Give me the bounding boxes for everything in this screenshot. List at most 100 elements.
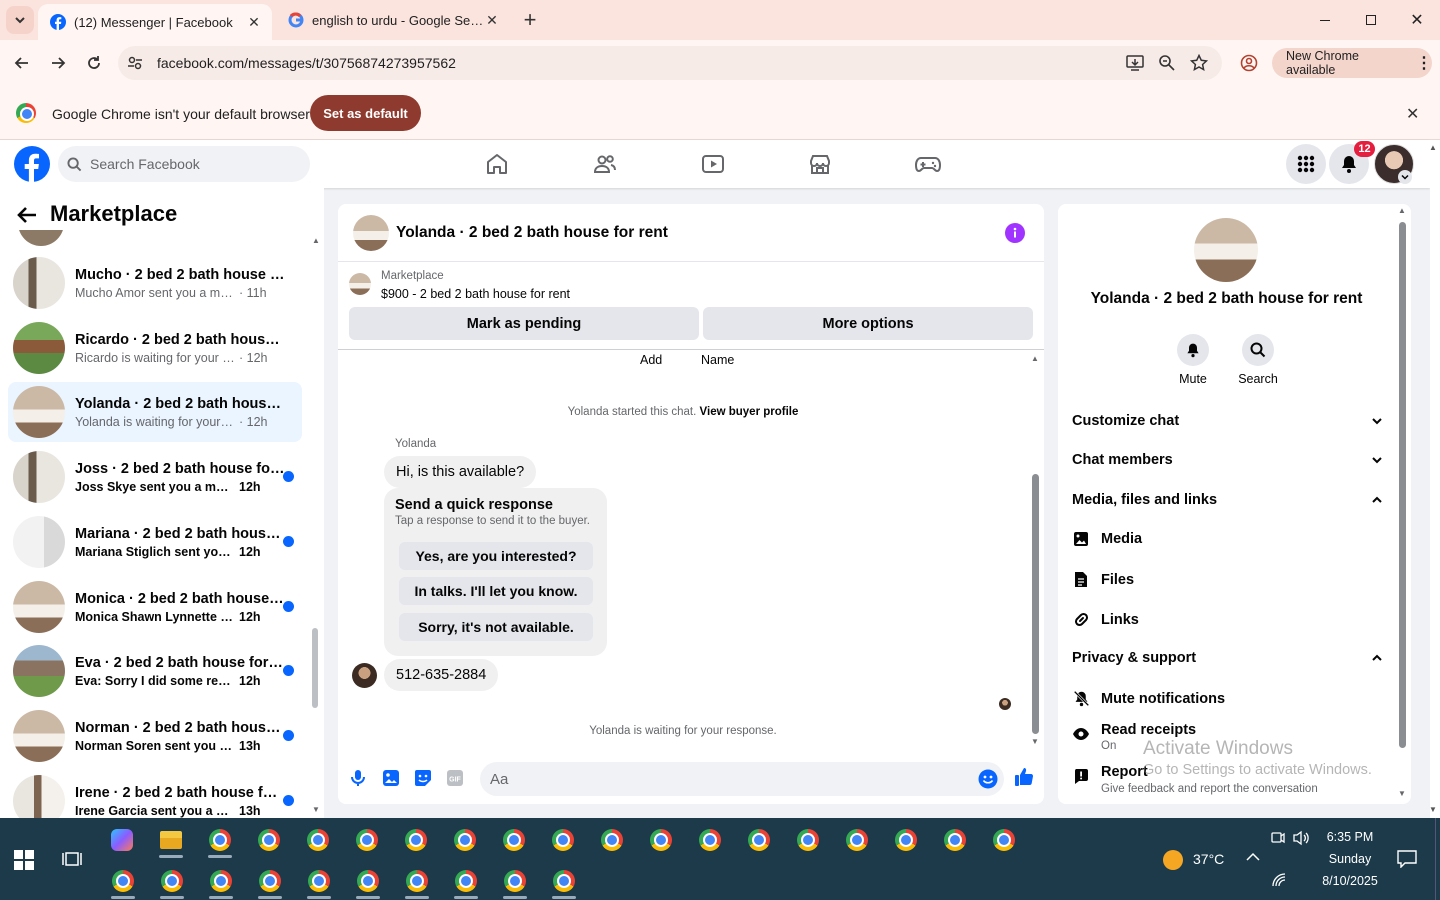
photo-icon[interactable] bbox=[382, 769, 400, 787]
install-app-icon[interactable] bbox=[1126, 54, 1144, 72]
info-icon[interactable] bbox=[1005, 223, 1025, 243]
sidebar-scrollbar[interactable] bbox=[312, 628, 318, 708]
taskbar-chrome-app[interactable] bbox=[445, 820, 485, 860]
taskbar-chrome-app[interactable] bbox=[103, 861, 143, 900]
conversation-item[interactable]: Ricardo · 2 bed 2 bath house for rent Ric… bbox=[8, 318, 302, 378]
taskbar-chrome-app[interactable] bbox=[984, 820, 1024, 860]
network-icon[interactable] bbox=[1271, 872, 1287, 888]
taskbar-chrome-app[interactable] bbox=[788, 820, 828, 860]
start-button[interactable] bbox=[14, 850, 34, 870]
back-arrow-icon[interactable] bbox=[16, 204, 38, 226]
conversation-item[interactable]: Monica · 2 bed 2 bath house for rent Moni… bbox=[8, 577, 302, 637]
listing-thumbnail[interactable] bbox=[349, 273, 371, 295]
meet-now-icon[interactable] bbox=[1270, 830, 1286, 846]
new-chrome-available-button[interactable]: New Chrome available ⋮ bbox=[1272, 48, 1432, 78]
taskbar-chrome-app[interactable] bbox=[299, 861, 339, 900]
menu-button[interactable] bbox=[1286, 144, 1326, 184]
mute-notifications-item[interactable]: Mute notifications bbox=[1072, 690, 1225, 707]
close-window-button[interactable]: ✕ bbox=[1394, 0, 1440, 40]
listing-price[interactable]: $900 - 2 bed 2 bath house for rent bbox=[381, 287, 570, 301]
weather-icon[interactable] bbox=[1163, 850, 1183, 870]
taskbar-chrome-app[interactable] bbox=[935, 820, 975, 860]
maximize-button[interactable] bbox=[1348, 0, 1394, 40]
clock-time[interactable]: 6:35 PM bbox=[1310, 830, 1390, 844]
customize-chat-section[interactable]: Customize chat bbox=[1072, 413, 1382, 429]
show-desktop-strip[interactable] bbox=[1435, 818, 1440, 900]
conversation-item[interactable]: Mucho · 2 bed 2 bath house for rent Mucho… bbox=[8, 253, 302, 313]
clock-date[interactable]: 8/10/2025 bbox=[1310, 874, 1390, 888]
taskbar-chrome-app[interactable] bbox=[397, 861, 437, 900]
tab-close-icon[interactable]: ✕ bbox=[246, 14, 262, 30]
microphone-icon[interactable] bbox=[350, 769, 366, 787]
taskbar-chrome-app[interactable] bbox=[494, 820, 534, 860]
conversation-item[interactable]: Norman · 2 bed 2 bath house for rent Norm… bbox=[8, 706, 302, 766]
chat-members-section[interactable]: Chat members bbox=[1072, 452, 1382, 468]
tab-google-search[interactable]: english to urdu - Google Search ✕ bbox=[276, 0, 510, 40]
media-files-links-section[interactable]: Media, files and links bbox=[1072, 492, 1382, 508]
notification-center-icon[interactable] bbox=[1397, 850, 1417, 868]
files-item[interactable]: Files bbox=[1072, 571, 1134, 588]
page-scroll-up-icon[interactable]: ▲ bbox=[1429, 143, 1437, 152]
taskbar-chrome-app[interactable] bbox=[495, 861, 535, 900]
task-view-button[interactable] bbox=[62, 850, 82, 868]
mute-button[interactable]: Mute bbox=[1170, 334, 1216, 386]
sender-avatar[interactable] bbox=[352, 663, 377, 688]
close-infobar-icon[interactable]: ✕ bbox=[1406, 104, 1419, 124]
tray-chevron-icon[interactable] bbox=[1246, 852, 1260, 862]
taskbar-chrome-app[interactable] bbox=[347, 820, 387, 860]
nav-friends[interactable] bbox=[575, 148, 635, 180]
conversation-item[interactable]: Yolanda · 2 bed 2 bath house for rent Yol… bbox=[8, 382, 302, 442]
url-text[interactable]: facebook.com/messages/t/3075687427395756… bbox=[157, 55, 456, 71]
chat-avatar[interactable] bbox=[353, 215, 389, 251]
details-scroll-up-icon[interactable]: ▲ bbox=[1398, 206, 1406, 215]
tab-search-button[interactable] bbox=[6, 6, 34, 34]
tab-close-icon[interactable]: ✕ bbox=[484, 12, 500, 28]
conversation-item[interactable]: Mariana · 2 bed 2 bath house for rent Mar… bbox=[8, 512, 302, 572]
links-item[interactable]: Links bbox=[1072, 611, 1139, 628]
chat-scrollbar[interactable] bbox=[1032, 474, 1039, 734]
taskbar-chrome-app[interactable] bbox=[348, 861, 388, 900]
page-scroll-down-icon[interactable]: ▼ bbox=[1429, 805, 1437, 814]
minimize-button[interactable] bbox=[1302, 0, 1348, 40]
taskbar-chrome-app[interactable] bbox=[200, 820, 240, 860]
set-as-default-button[interactable]: Set as default bbox=[310, 95, 421, 131]
back-button[interactable] bbox=[8, 49, 36, 77]
sidebar-scroll-up-icon[interactable]: ▲ bbox=[312, 236, 320, 245]
taskbar-chrome-app[interactable] bbox=[543, 820, 583, 860]
details-scrollbar[interactable] bbox=[1399, 222, 1406, 748]
taskbar-file-explorer-app[interactable] bbox=[151, 820, 191, 860]
media-item[interactable]: Media bbox=[1072, 531, 1142, 547]
conversation-item[interactable]: Eva · 2 bed 2 bath house for rent Eva: So… bbox=[8, 641, 302, 701]
details-avatar[interactable] bbox=[1194, 218, 1258, 282]
taskbar-chrome-app[interactable] bbox=[641, 820, 681, 860]
quick-response-yes[interactable]: Yes, are you interested? bbox=[399, 542, 593, 570]
conversation-item[interactable]: Joss · 2 bed 2 bath house for rent Joss S… bbox=[8, 447, 302, 507]
emoji-icon[interactable] bbox=[978, 769, 998, 789]
nav-gaming[interactable] bbox=[898, 148, 958, 180]
clock-day[interactable]: Sunday bbox=[1310, 852, 1390, 866]
more-options-button[interactable]: More options bbox=[703, 307, 1033, 340]
taskbar-chrome-app[interactable] bbox=[396, 820, 436, 860]
taskbar-chrome-app[interactable] bbox=[250, 861, 290, 900]
site-info-icon[interactable] bbox=[126, 54, 144, 72]
taskbar-chrome-app[interactable] bbox=[837, 820, 877, 860]
tab-messenger[interactable]: (12) Messenger | Facebook ✕ bbox=[38, 4, 272, 40]
mark-as-pending-button[interactable]: Mark as pending bbox=[349, 307, 699, 340]
sidebar-scroll-down-icon[interactable]: ▼ bbox=[312, 805, 320, 814]
privacy-support-section[interactable]: Privacy & support bbox=[1072, 650, 1382, 666]
taskbar-chrome-app[interactable] bbox=[544, 861, 584, 900]
nav-video[interactable] bbox=[683, 148, 743, 180]
message-input[interactable]: Aa bbox=[480, 762, 1004, 796]
view-buyer-profile-link[interactable]: View buyer profile bbox=[700, 406, 799, 418]
facebook-search-input[interactable]: Search Facebook bbox=[58, 146, 310, 182]
taskbar-chrome-app[interactable] bbox=[201, 861, 241, 900]
nav-home[interactable] bbox=[467, 148, 527, 180]
weather-temp[interactable]: 37°C bbox=[1193, 851, 1224, 867]
thumbs-up-icon[interactable] bbox=[1014, 767, 1034, 787]
message-bubble[interactable]: 512-635-2884 bbox=[384, 659, 499, 691]
nav-marketplace[interactable] bbox=[790, 148, 850, 180]
taskbar-chrome-app[interactable] bbox=[886, 820, 926, 860]
taskbar-chrome-app[interactable] bbox=[739, 820, 779, 860]
profile-icon[interactable] bbox=[1240, 54, 1258, 72]
facebook-logo[interactable] bbox=[14, 146, 50, 182]
